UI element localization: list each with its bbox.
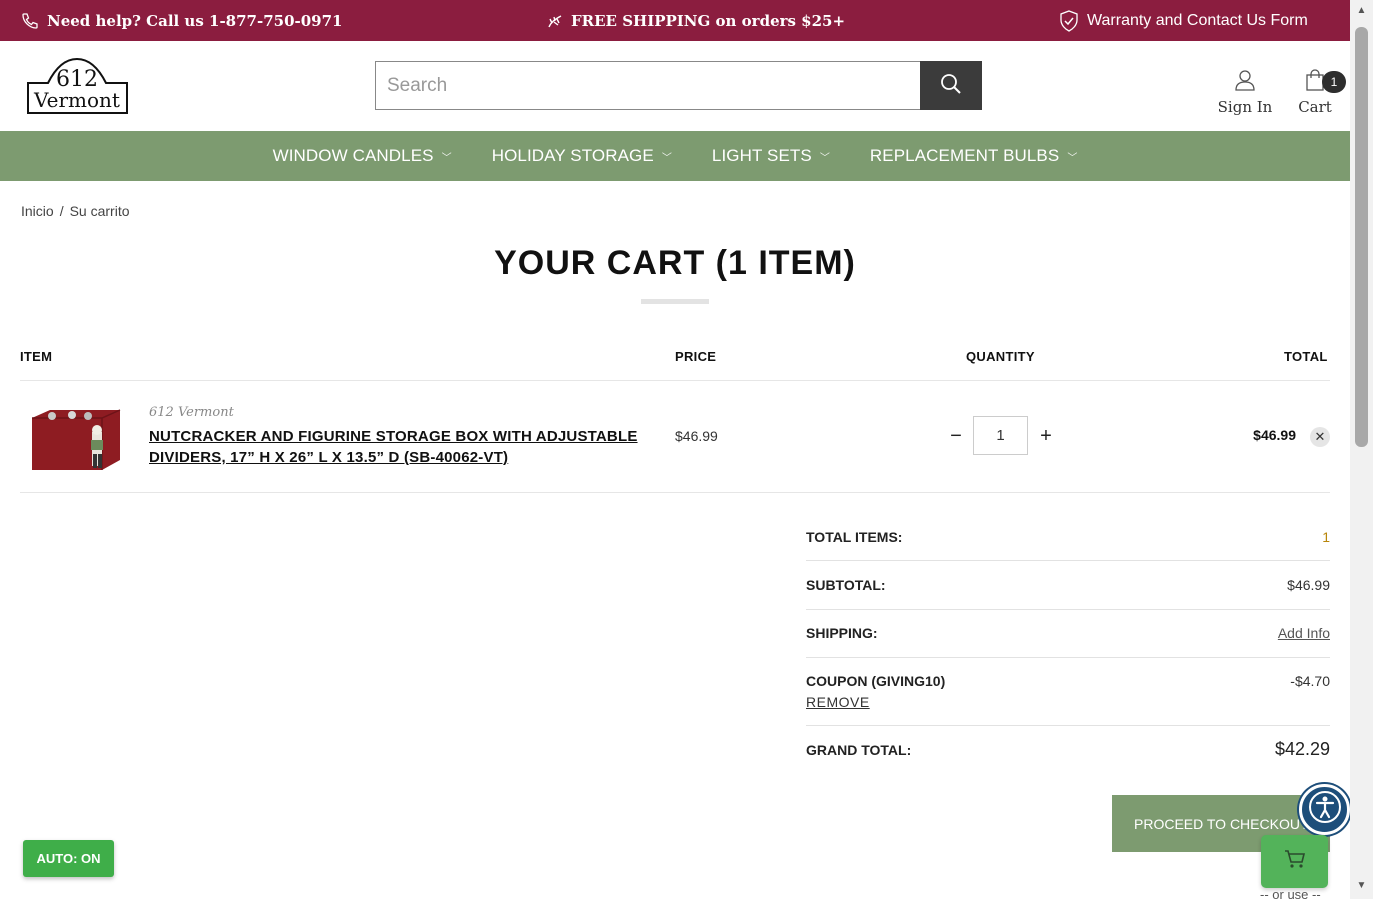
nav-item-label: LIGHT SETS xyxy=(711,146,812,165)
accessibility-button[interactable] xyxy=(1299,784,1350,835)
grand-total-label: GRAND TOTAL: xyxy=(806,742,912,758)
warranty-link[interactable]: Warranty and Contact Us Form xyxy=(1059,0,1308,41)
subtotal-label: SUBTOTAL: xyxy=(806,577,886,593)
totals-divider xyxy=(806,609,1330,610)
site-logo[interactable]: 612 Vermont xyxy=(26,57,129,115)
totals-divider xyxy=(806,725,1330,726)
shipping-text: FREE SHIPPING on orders $25+ xyxy=(571,11,846,30)
shipping-label: SHIPPING: xyxy=(806,625,878,641)
grand-total-value: $42.29 xyxy=(1274,739,1330,759)
subtotal-value: $46.99 xyxy=(1287,577,1330,593)
shipping-promo: FREE SHIPPING on orders $25+ xyxy=(547,0,845,41)
total-items-value: 1 xyxy=(1322,529,1330,545)
close-icon: ✕ xyxy=(1314,429,1326,444)
chevron-down-icon: ﹀ xyxy=(661,152,672,164)
or-use-text: -- or use -- xyxy=(1260,887,1321,899)
title-underline xyxy=(641,299,709,304)
breadcrumb-home[interactable]: Inicio xyxy=(21,203,54,219)
nav-item-label: REPLACEMENT BULBS xyxy=(869,146,1060,165)
breadcrumb-current: Su carrito xyxy=(69,203,130,219)
quantity-input[interactable] xyxy=(973,416,1028,455)
page-title: YOUR CART (1 ITEM) xyxy=(494,244,856,282)
quantity-increase-button[interactable]: + xyxy=(1035,424,1057,448)
column-header-price: PRICE xyxy=(675,349,717,364)
coupon-label: COUPON (GIVING10) xyxy=(806,673,946,689)
coupon-remove-link[interactable]: REMOVE xyxy=(806,694,870,710)
nav-item-light-sets[interactable]: LIGHT SETS ﹀ xyxy=(712,146,830,166)
product-name-link[interactable]: NUTCRACKER AND FIGURINE STORAGE BOX WITH… xyxy=(149,426,649,468)
remove-item-button[interactable]: ✕ xyxy=(1310,427,1330,447)
floating-cart-button[interactable] xyxy=(1261,835,1328,888)
sign-in-link[interactable]: Sign In xyxy=(1214,69,1276,116)
breadcrumb-separator: / xyxy=(59,203,64,219)
user-icon xyxy=(1234,69,1256,96)
column-header-total: TOTAL xyxy=(1284,349,1328,364)
table-divider xyxy=(20,380,1330,381)
chevron-down-icon: ﹀ xyxy=(1067,152,1078,164)
total-items-label: TOTAL ITEMS: xyxy=(806,529,903,545)
nav-item-holiday-storage[interactable]: HOLIDAY STORAGE ﹀ xyxy=(492,146,672,166)
coupon-value: -$4.70 xyxy=(1290,673,1330,689)
phone-icon xyxy=(21,12,39,30)
cart-label: Cart xyxy=(1298,98,1332,116)
nav-item-window-candles[interactable]: WINDOW CANDLES ﹀ xyxy=(273,146,452,166)
nav-item-replacement-bulbs[interactable]: REPLACEMENT BULBS ﹀ xyxy=(870,146,1078,166)
warranty-text: Warranty and Contact Us Form xyxy=(1087,11,1308,29)
shield-check-icon xyxy=(1059,9,1079,32)
site-header: 612 Vermont Sign In Cart xyxy=(0,41,1350,131)
search-input[interactable] xyxy=(375,61,920,110)
product-brand: 612 Vermont xyxy=(149,405,234,420)
product-price: $46.99 xyxy=(675,428,718,444)
top-bar: Need help? Call us 1-877-750-0971 FREE S… xyxy=(0,0,1350,41)
cart-icon xyxy=(1284,849,1306,874)
help-text: Need help? Call us 1-877-750-0971 xyxy=(47,11,343,30)
line-total: $46.99 xyxy=(1253,427,1296,443)
chevron-down-icon: ﹀ xyxy=(441,152,452,164)
shipping-add-info-link[interactable]: Add Info xyxy=(1278,625,1330,641)
nav-item-label: HOLIDAY STORAGE xyxy=(491,146,654,165)
main-nav: WINDOW CANDLES ﹀ HOLIDAY STORAGE ﹀ LIGHT… xyxy=(0,131,1350,181)
help-line[interactable]: Need help? Call us 1-877-750-0971 xyxy=(21,0,343,41)
auto-toggle-badge[interactable]: AUTO: ON xyxy=(23,840,114,877)
logo-word: Vermont xyxy=(33,88,120,112)
column-header-item: ITEM xyxy=(20,349,53,364)
search-icon xyxy=(940,73,962,98)
chevron-down-icon: ﹀ xyxy=(819,152,830,164)
column-header-quantity: QUANTITY xyxy=(966,349,1035,364)
scroll-down-icon[interactable]: ▼ xyxy=(1355,881,1368,891)
scrollbar-thumb[interactable] xyxy=(1355,27,1368,447)
search-bar xyxy=(375,61,982,110)
accessibility-icon xyxy=(1308,790,1342,829)
totals-divider xyxy=(806,657,1330,658)
product-thumbnail[interactable] xyxy=(28,404,124,474)
totals-divider xyxy=(806,560,1330,561)
sign-in-label: Sign In xyxy=(1217,98,1273,116)
leaf-icon xyxy=(547,13,563,29)
quantity-decrease-button[interactable]: − xyxy=(945,424,967,448)
cart-count-badge: 1 xyxy=(1322,71,1346,93)
nav-item-label: WINDOW CANDLES xyxy=(272,146,434,165)
table-divider xyxy=(20,492,1330,493)
breadcrumb: Inicio / Su carrito xyxy=(21,203,130,219)
search-button[interactable] xyxy=(920,61,982,110)
scroll-up-icon[interactable]: ▲ xyxy=(1355,6,1368,16)
